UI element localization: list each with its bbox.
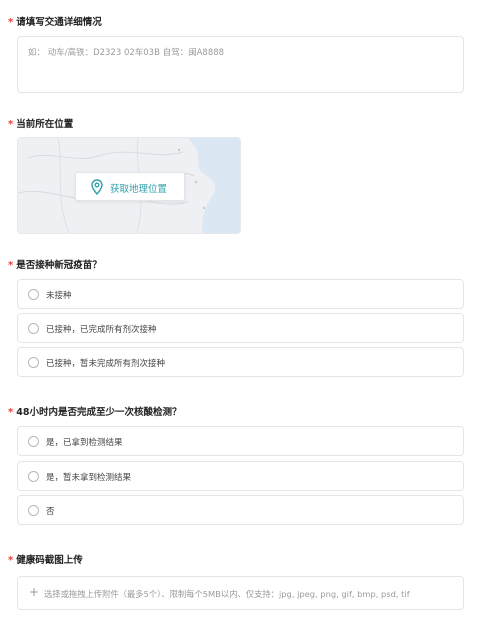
radio-button[interactable] — [28, 436, 39, 447]
radio-button[interactable] — [28, 289, 39, 300]
required-mark: * — [8, 17, 14, 28]
required-mark: * — [8, 407, 14, 418]
option-label: 已接种，暂未完成所有剂次接种 — [46, 359, 166, 369]
location-map: 获取地理位置 — [17, 137, 241, 234]
option-label: 是，暂未拿到检测结果 — [46, 473, 132, 483]
required-mark: * — [8, 119, 14, 130]
test-option-result-pending[interactable]: 是，暂未拿到检测结果 — [17, 461, 464, 491]
vaccine-option-fully-vaccinated[interactable]: 已接种，已完成所有剂次接种 — [17, 313, 464, 343]
location-pin-icon — [91, 179, 103, 195]
vaccine-option-not-vaccinated[interactable]: 未接种 — [17, 279, 464, 309]
transport-details-textarea[interactable]: 如： 动车/高铁：D2323 02车03B 自驾：闽A8888 — [17, 36, 464, 93]
radio-button[interactable] — [28, 357, 39, 368]
option-label: 否 — [46, 507, 55, 517]
location-question-title: * 当前所在位置 — [8, 116, 73, 130]
vaccine-question-title: * 是否接种新冠疫苗？ — [8, 257, 102, 271]
option-label: 未接种 — [46, 291, 72, 301]
required-mark: * — [8, 260, 14, 271]
vaccine-option-partially-vaccinated[interactable]: 已接种，暂未完成所有剂次接种 — [17, 347, 464, 377]
required-mark: * — [8, 555, 14, 566]
nucleic-test-title-text: 48小时内是否完成至少一次核酸检测？ — [16, 407, 182, 418]
option-label: 是，已拿到检测结果 — [46, 438, 123, 448]
radio-button[interactable] — [28, 323, 39, 334]
option-label: 已接种，已完成所有剂次接种 — [46, 325, 157, 335]
get-location-button[interactable]: 获取地理位置 — [75, 172, 185, 201]
location-title-text: 当前所在位置 — [16, 119, 74, 130]
transport-question-title: * 请填写交通详细情况 — [8, 14, 102, 28]
get-location-label: 获取地理位置 — [110, 184, 168, 195]
test-option-result-received[interactable]: 是，已拿到检测结果 — [17, 426, 464, 456]
radio-button[interactable] — [28, 505, 39, 516]
health-code-title-text: 健康码截图上传 — [16, 555, 83, 566]
upload-hint-label: 选择或拖拽上传附件（最多5个）、限制每个5MB以内、仅支持：jpg, jpeg,… — [44, 589, 410, 599]
plus-icon: + — [29, 585, 40, 599]
health-code-upload-area[interactable]: + 选择或拖拽上传附件（最多5个）、限制每个5MB以内、仅支持：jpg, jpe… — [17, 576, 464, 610]
radio-button[interactable] — [28, 471, 39, 482]
nucleic-test-question-title: * 48小时内是否完成至少一次核酸检测？ — [8, 404, 181, 418]
vaccine-title-text: 是否接种新冠疫苗？ — [16, 260, 102, 271]
health-code-question-title: * 健康码截图上传 — [8, 552, 83, 566]
test-option-no[interactable]: 否 — [17, 495, 464, 525]
transport-title-text: 请填写交通详细情况 — [16, 17, 102, 28]
transport-placeholder: 如： 动车/高铁：D2323 02车03B 自驾：闽A8888 — [28, 48, 225, 58]
